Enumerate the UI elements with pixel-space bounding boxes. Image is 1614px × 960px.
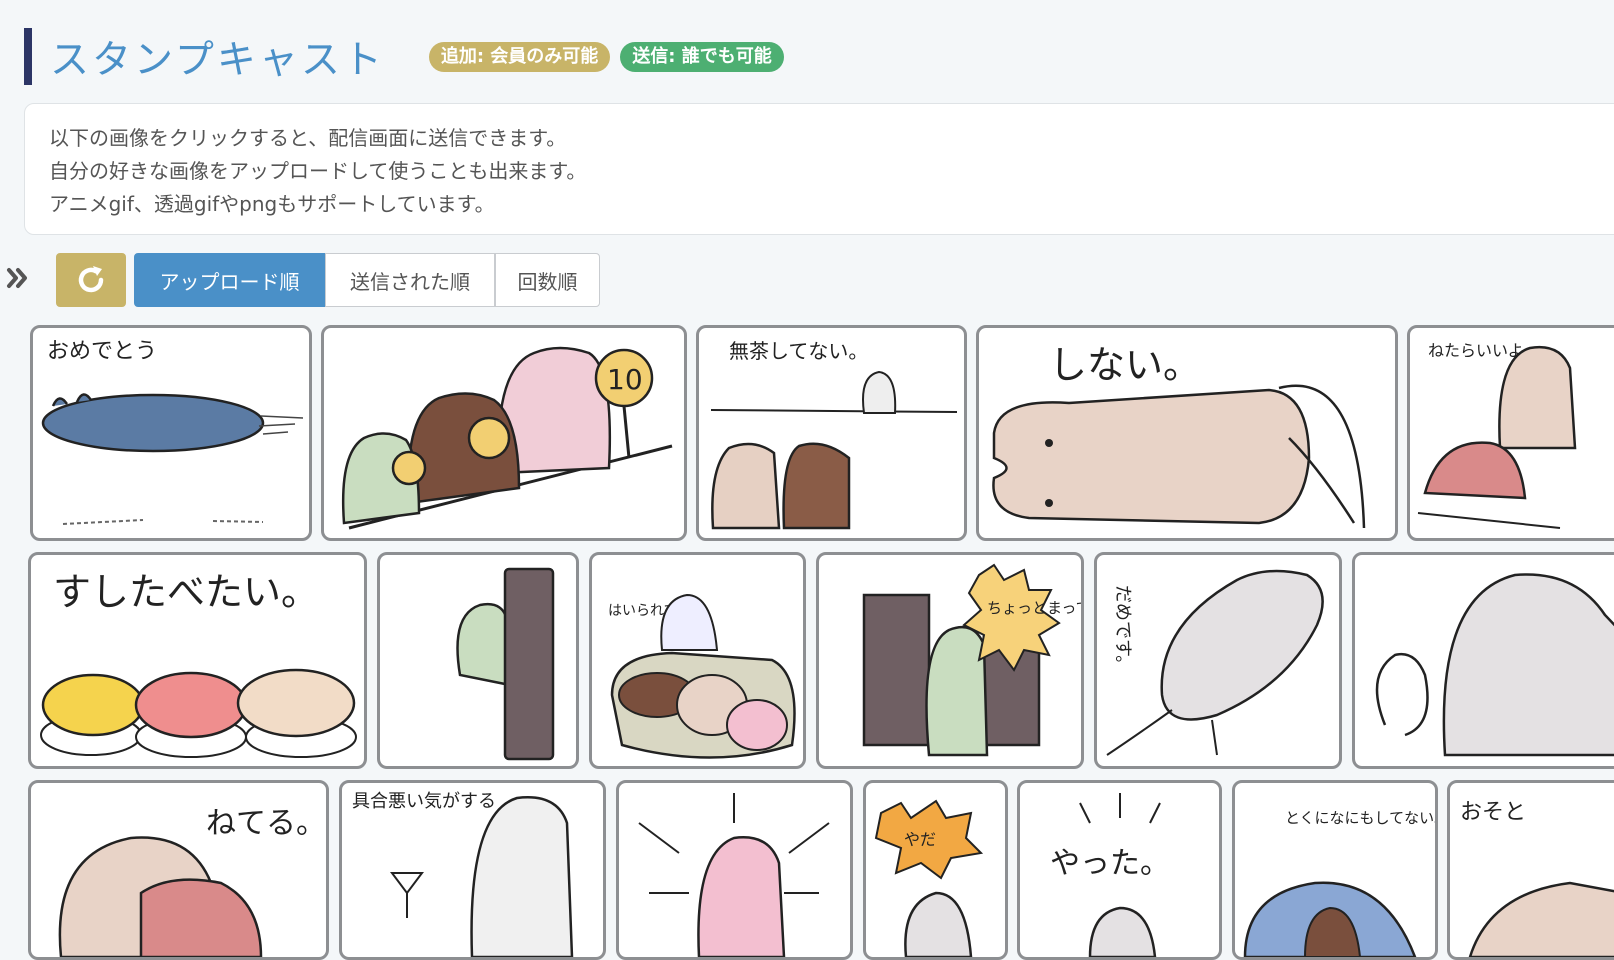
page-title: スタンプキャスト [50, 37, 385, 83]
stamp-tile[interactable] [1352, 552, 1614, 769]
stamp-image: とくになにもしてない。 [1243, 809, 1435, 957]
send-permission-badge: 送信: 誰でも可能 [620, 41, 784, 72]
info-panel: 以下の画像をクリックすると、配信画面に送信できます。 自分の好きな画像をアップロ… [24, 103, 1614, 235]
page-header: スタンプキャスト 追加: 会員のみ可能 送信: 誰でも可能 [24, 28, 784, 85]
stamp-tile[interactable]: おそと [1447, 780, 1614, 960]
stamp-caption: おそと [1460, 800, 1526, 825]
stamp-image: おそと [1460, 800, 1614, 957]
stamp-caption: おめでとう [47, 339, 157, 364]
stamp-tile[interactable]: すしたべたい。 [28, 552, 367, 769]
stamp-caption: すしたべたい。 [53, 570, 319, 614]
stamp-caption: だめです。 [1112, 585, 1133, 673]
stamp-caption: ねてる。 [206, 806, 326, 841]
stamp-caption: やった。 [1050, 846, 1170, 881]
stamp-caption: 無茶してない。 [729, 339, 868, 363]
stamp-image: ねたらいいよ [1417, 341, 1577, 529]
stamp-tile[interactable]: おめでとう [30, 325, 312, 541]
stamp-tile[interactable]: 具合悪い気がする [339, 780, 606, 960]
stamp-caption: やだ [904, 830, 936, 849]
sort-upload-button[interactable]: アップロード順 [134, 253, 325, 307]
stamp-tile[interactable]: 無茶してない。 [696, 325, 967, 541]
stamp-tile[interactable]: だめです。 [1094, 552, 1342, 769]
stamp-image: だめです。 [1106, 569, 1324, 756]
stamp-image: ねてる。 [58, 806, 326, 957]
reload-button[interactable] [56, 253, 126, 307]
stamp-tile[interactable]: やだ [863, 780, 1008, 960]
stamp-tile[interactable]: はいられてた [589, 552, 806, 769]
stamp-image: 無茶してない。 [710, 339, 958, 530]
stamp-tile[interactable]: 10 [321, 325, 687, 541]
stamp-caption: ちょっとまって [987, 599, 1081, 617]
header-accent-bar [24, 28, 32, 85]
stamp-caption: 具合悪い気がする [352, 791, 496, 812]
double-chevron-right-icon[interactable] [4, 265, 32, 298]
stamp-image [638, 793, 830, 957]
stamp-tile[interactable]: やった。 [1017, 780, 1222, 960]
stamp-tile[interactable]: しない。 [976, 325, 1398, 541]
stamp-image [456, 567, 555, 761]
stamp-image: すしたべたい。 [40, 570, 357, 758]
stamp-image: 具合悪い気がする [352, 791, 574, 957]
stamp-tile[interactable] [616, 780, 853, 960]
sort-sent-button[interactable]: 送信された順 [325, 253, 495, 307]
stamp-tile[interactable] [377, 552, 579, 769]
stamp-tile[interactable]: ねたらいいよ [1407, 325, 1614, 541]
reload-icon [78, 266, 104, 293]
stamp-image: やだ [874, 799, 984, 957]
info-line-1: 以下の画像をクリックすると、配信画面に送信できます。 [49, 126, 567, 150]
info-line-3: アニメgif、透過gifやpngもサポートしています。 [49, 192, 495, 216]
stamp-tile[interactable]: ねてる。 [28, 780, 329, 960]
stamp-image [1375, 573, 1614, 757]
stamp-image: しない。 [992, 343, 1366, 529]
stamp-tile[interactable]: とくになにもしてない。 [1232, 780, 1438, 960]
sort-count-button[interactable]: 回数順 [495, 253, 600, 307]
add-permission-badge: 追加: 会員のみ可能 [428, 41, 611, 72]
stamp-tile[interactable]: ちょっとまって [816, 552, 1084, 769]
sort-button-group: アップロード順 送信された順 回数順 [134, 253, 600, 307]
stamp-image: はいられてた [608, 593, 796, 759]
stamp-image: 10 [341, 346, 673, 530]
stamp-caption: しない。 [1049, 343, 1201, 387]
stamp-image: やった。 [1050, 793, 1170, 957]
info-line-2: 自分の好きな画像をアップロードして使うことも出来ます。 [49, 159, 587, 183]
stamp-image: おめでとう [41, 339, 304, 525]
stamp-caption: 10 [607, 363, 643, 396]
stamp-caption: ねたらいいよ [1428, 341, 1524, 360]
stamp-caption: とくになにもしてない。 [1285, 809, 1435, 827]
stamp-image: ちょっとまって [862, 563, 1081, 757]
